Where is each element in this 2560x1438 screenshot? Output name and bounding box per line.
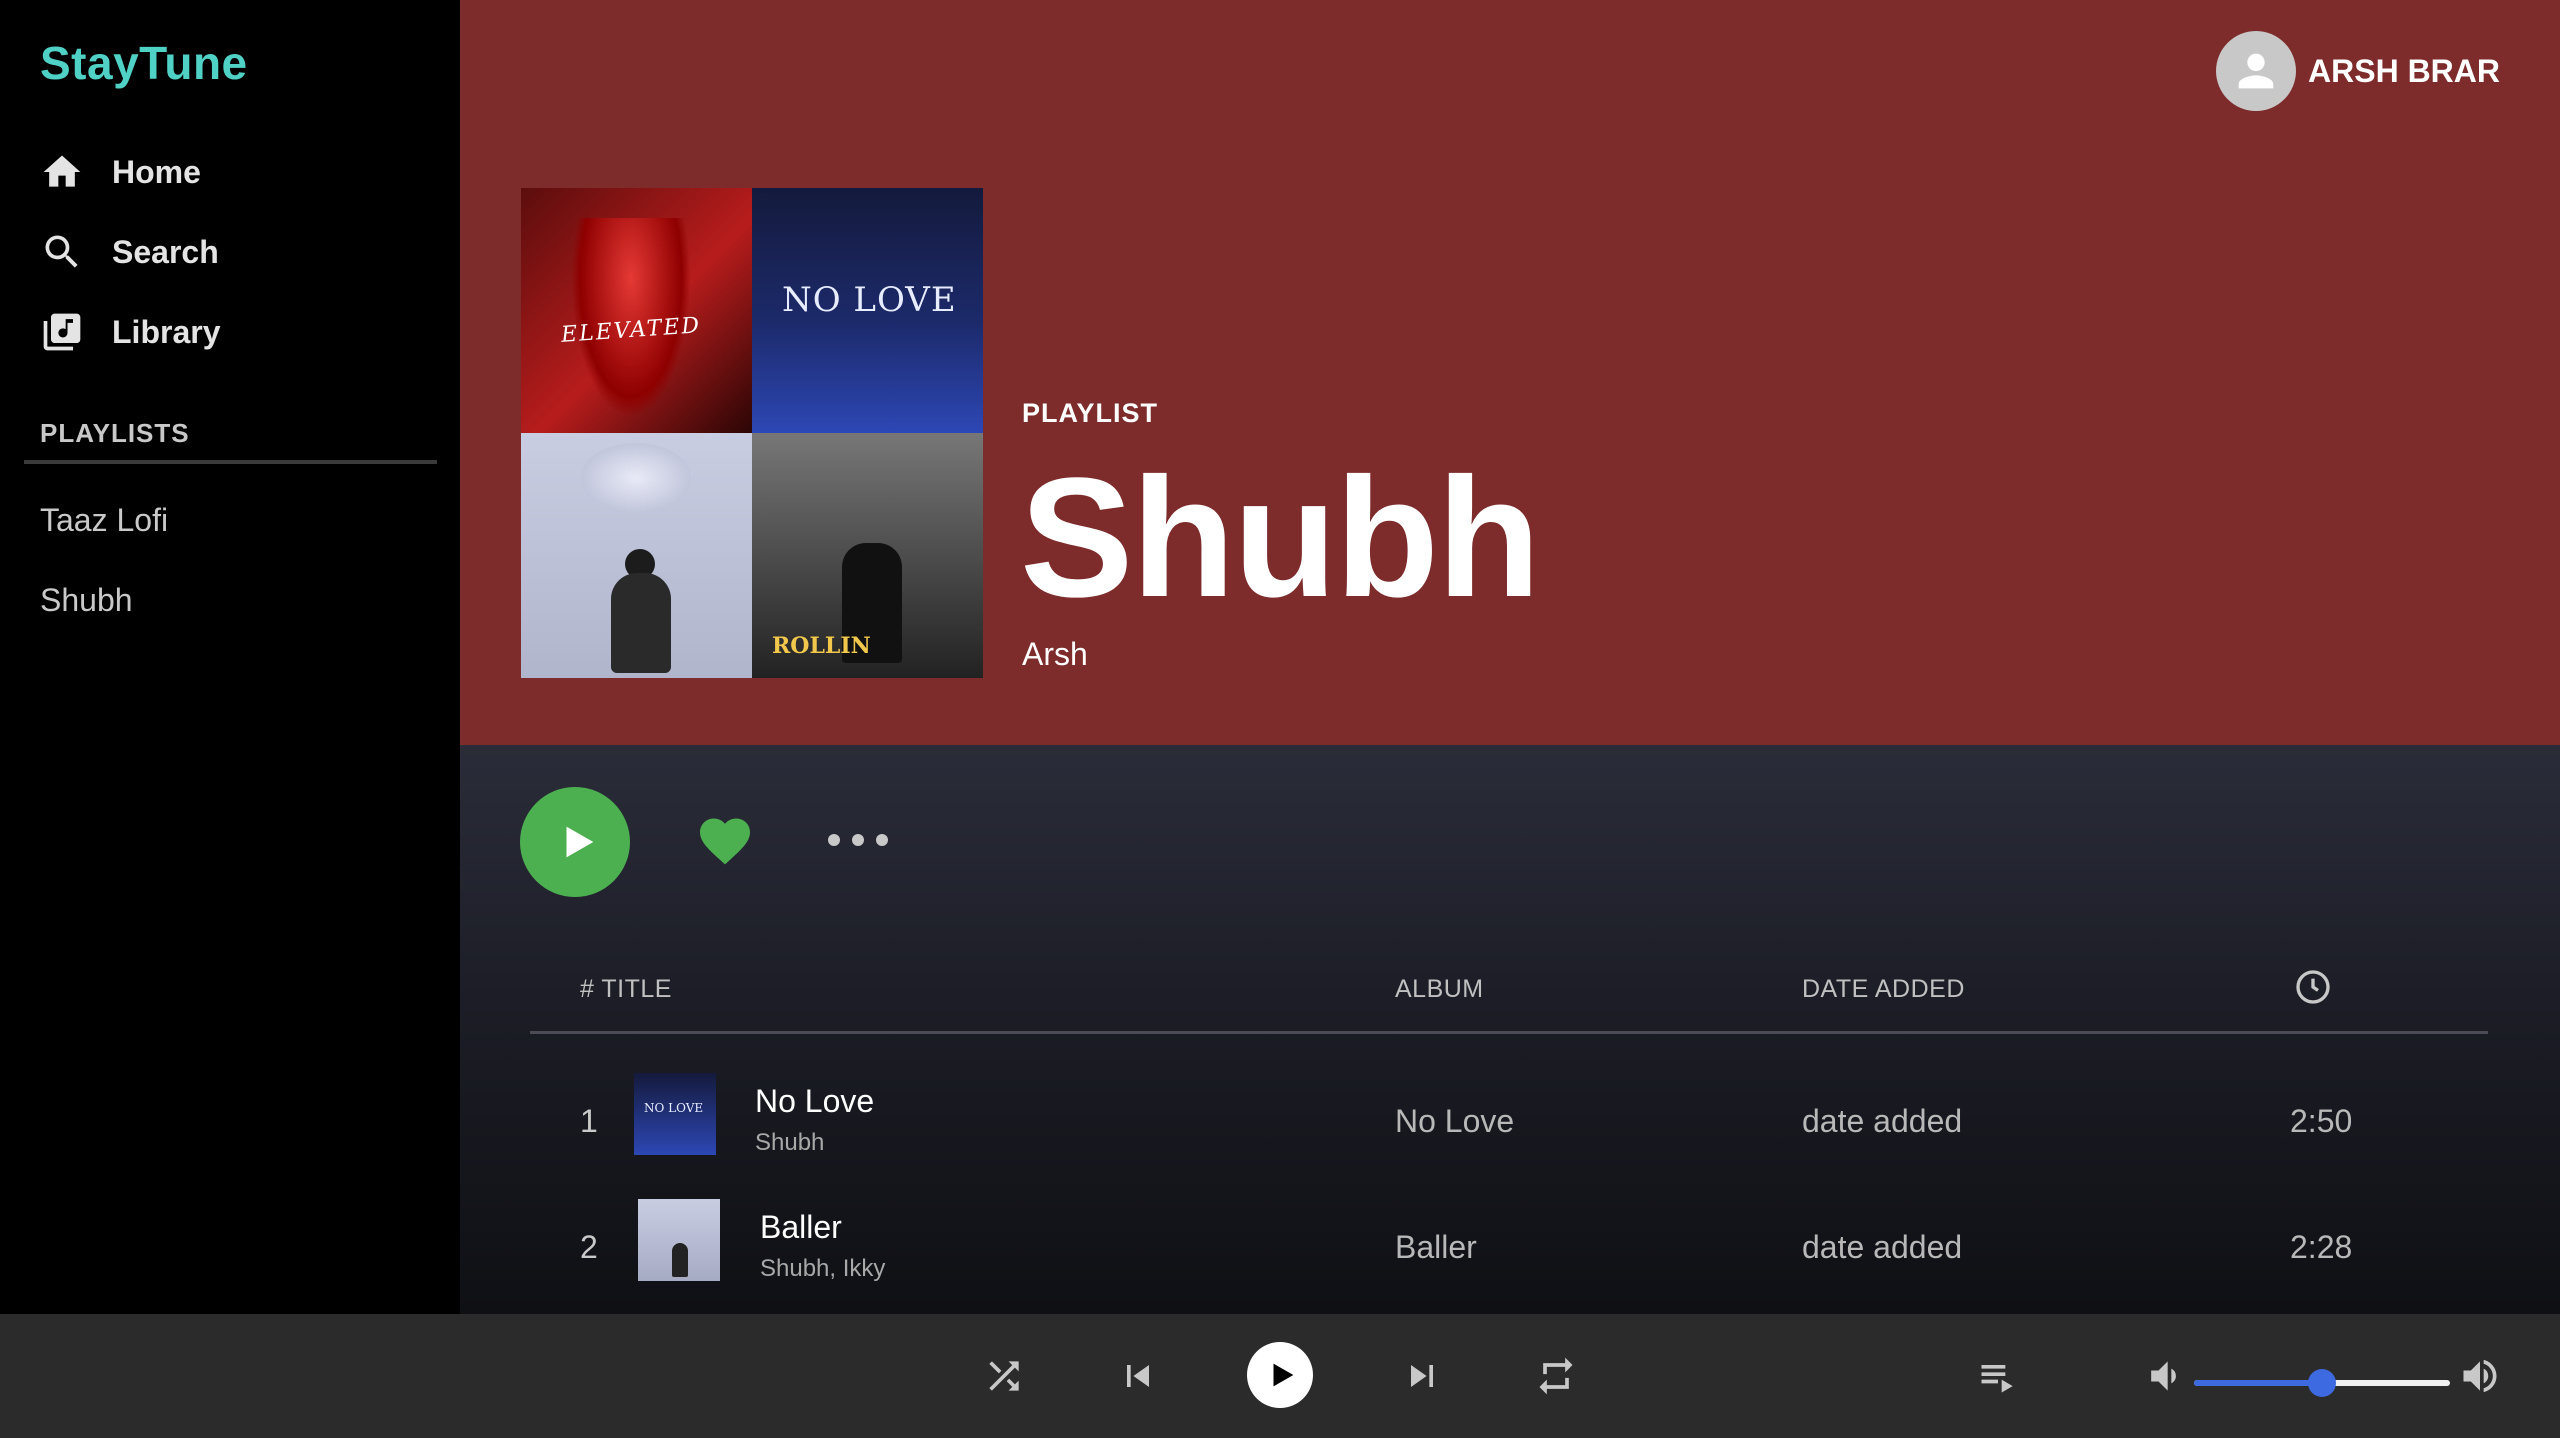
volume-down-button[interactable] — [2138, 1350, 2190, 1402]
next-icon — [1411, 1365, 1433, 1387]
table-row[interactable]: 2 Baller Shubh, Ikky Baller date added 2… — [460, 1189, 2560, 1299]
volume-slider-handle[interactable] — [2308, 1369, 2336, 1397]
play-playlist-button[interactable] — [520, 787, 630, 897]
track-album[interactable]: Baller — [1395, 1229, 1477, 1266]
play-icon — [566, 826, 594, 858]
playlist-type-label: PLAYLIST — [1022, 398, 1159, 428]
volume-down-icon — [2151, 1361, 2176, 1391]
user-menu[interactable]: ARSH BRAR — [2216, 30, 2500, 112]
volume-up-icon — [2463, 1359, 2497, 1393]
previous-icon — [1127, 1365, 1149, 1387]
track-album[interactable]: No Love — [1395, 1103, 1514, 1140]
track-title[interactable]: Baller — [760, 1209, 842, 1246]
cover-art-elevated: ELEVATED — [521, 188, 752, 433]
playlists-divider — [24, 460, 437, 464]
track-number: 1 — [580, 1103, 598, 1139]
volume-up-button[interactable] — [2454, 1350, 2506, 1402]
playlist-header: ARSH BRAR ELEVATED NO LOVE ROLLIN PLAYLI… — [460, 0, 2560, 745]
track-date-added: date added — [1802, 1103, 1963, 1139]
tracklist-section: # TITLE ALBUM DATE ADDED 1 NO LOVE No Lo… — [460, 745, 2560, 1314]
clock-icon — [2293, 967, 2333, 1007]
track-duration: 2:50 — [2290, 1103, 2353, 1139]
track-thumbnail-text: NO LOVE — [644, 1101, 704, 1115]
track-thumbnail — [638, 1199, 720, 1281]
player-bar — [0, 1314, 2560, 1438]
repeat-icon — [1539, 1357, 1573, 1395]
column-header-album: ALBUM — [1395, 975, 1484, 1003]
track-date-added: date added — [1802, 1229, 1963, 1265]
play-pause-button[interactable] — [1247, 1342, 1313, 1408]
repeat-button[interactable] — [1530, 1350, 1582, 1402]
cover-text-rollin: ROLLIN — [772, 633, 871, 659]
next-button[interactable] — [1396, 1350, 1448, 1402]
app-logo[interactable]: StayTune — [40, 36, 248, 90]
nav-library[interactable]: Library — [40, 302, 220, 362]
cover-art-baller — [521, 433, 752, 678]
sidebar: StayTune Home Search Library PLAYLISTS T… — [0, 0, 460, 1314]
table-header-divider — [530, 1031, 2488, 1034]
track-duration: 2:28 — [2290, 1229, 2353, 1265]
play-icon — [1273, 1363, 1294, 1387]
shuffle-button[interactable] — [978, 1350, 1030, 1402]
volume-slider[interactable] — [2194, 1369, 2450, 1397]
column-header-date-added: DATE ADDED — [1802, 975, 1965, 1003]
user-name: ARSH BRAR — [2308, 52, 2500, 89]
playlist-title: Shubh — [1020, 443, 1541, 633]
cover-text-no-love: NO LOVE — [782, 280, 957, 320]
playlists-heading: PLAYLISTS — [40, 418, 190, 448]
track-title[interactable]: No Love — [755, 1083, 874, 1120]
search-icon — [45, 235, 78, 268]
sidebar-playlist-shubh[interactable]: Shubh — [40, 582, 133, 619]
track-artist[interactable]: Shubh, Ikky — [760, 1255, 885, 1283]
user-avatar-icon — [2216, 31, 2296, 111]
nav-home-label: Home — [112, 153, 201, 190]
nav-search[interactable]: Search — [40, 222, 219, 282]
like-button[interactable] — [693, 811, 757, 871]
more-options-icon[interactable] — [828, 825, 888, 855]
previous-button[interactable] — [1112, 1350, 1164, 1402]
queue-button[interactable] — [1972, 1350, 2024, 1402]
playlist-owner[interactable]: Arsh — [1022, 636, 1088, 673]
track-thumbnail: NO LOVE — [634, 1073, 716, 1155]
column-header-title: # TITLE — [580, 975, 672, 1003]
table-row[interactable]: 1 NO LOVE No Love Shubh No Love date add… — [460, 1063, 2560, 1173]
sidebar-playlist-taaz-lofi[interactable]: Taaz Lofi — [40, 502, 168, 539]
nav-home[interactable]: Home — [40, 142, 201, 202]
nav-search-label: Search — [112, 233, 219, 270]
library-icon — [43, 313, 81, 351]
home-icon — [43, 155, 81, 187]
track-number: 2 — [580, 1229, 598, 1265]
cover-art-rollin: ROLLIN — [752, 433, 983, 678]
volume-slider-fill — [2194, 1380, 2322, 1386]
heart-icon — [700, 818, 750, 865]
queue-icon — [1981, 1365, 2013, 1393]
track-artist[interactable]: Shubh — [755, 1129, 824, 1157]
cover-art-no-love: NO LOVE — [752, 188, 983, 433]
shuffle-icon — [989, 1361, 1019, 1391]
playlist-cover: ELEVATED NO LOVE ROLLIN — [521, 188, 983, 678]
nav-library-label: Library — [112, 313, 221, 350]
